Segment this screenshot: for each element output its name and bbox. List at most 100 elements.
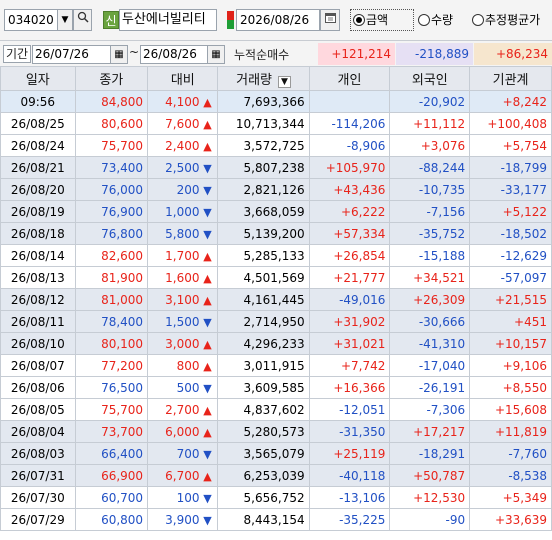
cell-date: 26/08/14 [0, 244, 76, 267]
col-change[interactable]: 대비 [147, 66, 219, 91]
table-row[interactable]: 26/08/06 76,500 500 ▼ 3,609,585 +16,366 -26,19… [0, 376, 552, 399]
cell-individual: +6,222 [308, 200, 391, 223]
table-row[interactable]: 26/08/05 75,700 2,700 ▲ 4,837,602 -12,051 -7,3… [0, 398, 552, 421]
table-row[interactable]: 26/08/11 78,400 1,500 ▼ 2,714,950 +31,902 -30,… [0, 310, 552, 333]
cell-foreign: +11,112 [389, 112, 471, 135]
table-row[interactable]: 26/07/29 60,800 3,900 ▼ 8,443,154 -35,225 -90 +… [0, 508, 552, 531]
cell-foreign: -26,191 [389, 376, 471, 399]
investor-trading-table: 일자 종가 대비 거래량 ▼ 개인 외국인 기관계 09:56 84,800 4,10… [0, 66, 552, 531]
col-foreign[interactable]: 외국인 [389, 66, 471, 91]
cell-date: 26/07/31 [0, 464, 76, 487]
radio-estimated-avg[interactable]: 추정평균가 [472, 10, 540, 30]
cell-individual: +105,970 [308, 156, 391, 179]
table-row[interactable]: 26/08/03 66,400 700 ▼ 3,565,079 +25,119 -18,29… [0, 442, 552, 465]
cell-foreign: -30,666 [389, 310, 471, 333]
change-value: 3,000 [165, 336, 200, 351]
table-row[interactable]: 26/08/20 76,000 200 ▼ 2,821,126 +43,436 -10,73… [0, 178, 552, 201]
change-value: 1,000 [165, 204, 200, 219]
table-row[interactable]: 26/08/18 76,800 5,800 ▼ 5,139,200 +57,334 -35,… [0, 222, 552, 245]
table-row[interactable]: 26/08/13 81,900 1,600 ▲ 4,501,569 +21,777 +34,… [0, 266, 552, 289]
cell-date: 26/08/24 [0, 134, 76, 157]
cell-date: 26/08/11 [0, 310, 76, 333]
period-label: 기간 [3, 45, 32, 63]
triangle-up-icon: ▲ [203, 403, 212, 417]
cell-date: 26/08/04 [0, 420, 76, 443]
triangle-up-icon: ▲ [203, 293, 212, 307]
sort-down-icon[interactable]: ▼ [278, 76, 291, 88]
cell-close: 80,600 [74, 112, 149, 135]
cell-foreign: +12,530 [389, 486, 471, 509]
cell-change: 1,000 ▼ [147, 200, 219, 223]
calendar-icon[interactable]: ▦ [110, 45, 128, 64]
table-row[interactable]: 26/08/12 81,000 3,100 ▲ 4,161,445 -49,016 +26,… [0, 288, 552, 311]
change-value: 4,100 [165, 94, 200, 109]
cell-individual: +21,777 [308, 266, 391, 289]
col-individual[interactable]: 개인 [308, 66, 391, 91]
sum-institution: +86,234 [474, 43, 552, 65]
col-volume[interactable]: 거래량 ▼ [217, 66, 310, 91]
cell-foreign: -10,735 [389, 178, 471, 201]
change-value: 2,500 [165, 160, 200, 175]
table-row[interactable]: 26/08/04 73,700 6,000 ▲ 5,280,573 -31,350 +17,… [0, 420, 552, 443]
cell-institution: -12,629 [469, 244, 552, 267]
cell-volume: 3,572,725 [217, 134, 310, 157]
cell-close: 80,100 [74, 332, 149, 355]
stock-code-input[interactable]: 034020 [4, 9, 58, 31]
col-date[interactable]: 일자 [0, 66, 76, 91]
cell-date: 26/08/13 [0, 266, 76, 289]
stock-name-field[interactable]: 두산에너빌리티 [119, 9, 217, 31]
cell-close: 81,000 [74, 288, 149, 311]
table-row[interactable]: 26/08/24 75,700 2,400 ▲ 3,572,725 -8,906 +3,07… [0, 134, 552, 157]
table-row[interactable]: 26/08/19 76,900 1,000 ▼ 3,668,059 +6,222 -7,15… [0, 200, 552, 223]
cell-institution: +8,242 [469, 90, 552, 113]
cell-close: 66,400 [74, 442, 149, 465]
cell-change: 6,700 ▲ [147, 464, 219, 487]
cell-volume: 4,296,233 [217, 332, 310, 355]
date-input[interactable]: 2026/08/26 [236, 9, 320, 31]
search-icon[interactable] [73, 9, 92, 31]
table-row[interactable]: 26/08/07 77,200 800 ▲ 3,011,915 +7,742 -17,040… [0, 354, 552, 377]
table-row[interactable]: 26/08/14 82,600 1,700 ▲ 5,285,133 +26,854 -15,… [0, 244, 552, 267]
cell-volume: 3,668,059 [217, 200, 310, 223]
calendar-icon[interactable] [320, 9, 340, 31]
cell-close: 76,000 [74, 178, 149, 201]
cell-date: 26/08/20 [0, 178, 76, 201]
triangle-up-icon: ▲ [203, 95, 212, 109]
new-badge: 신 [103, 11, 119, 29]
start-date-input[interactable]: 26/07/26 [32, 45, 116, 64]
cell-institution: -8,538 [469, 464, 552, 487]
sum-foreign: -218,889 [396, 43, 473, 65]
cell-close: 78,400 [74, 310, 149, 333]
table-row[interactable]: 09:56 84,800 4,100 ▲ 7,693,366 -20,902 +8,242 [0, 90, 552, 113]
triangle-down-icon: ▼ [203, 183, 212, 197]
chevron-down-icon[interactable]: ▼ [57, 9, 73, 31]
cell-change: 1,700 ▲ [147, 244, 219, 267]
cell-close: 73,400 [74, 156, 149, 179]
triangle-down-icon: ▼ [203, 513, 212, 527]
cell-institution: -57,097 [469, 266, 552, 289]
toolbar: 034020 ▼ 신 두산에너빌리티 2026/08/26 금액 수량 추정평균… [0, 0, 552, 40]
radio-quantity[interactable]: 수량 [418, 10, 453, 30]
price-flag-icon [227, 11, 234, 29]
calendar-icon[interactable]: ▦ [207, 45, 225, 64]
cell-change: 1,600 ▲ [147, 266, 219, 289]
cell-institution: +100,408 [469, 112, 552, 135]
table-row[interactable]: 26/07/31 66,900 6,700 ▲ 6,253,039 -40,118 +50,… [0, 464, 552, 487]
col-close[interactable]: 종가 [74, 66, 149, 91]
change-value: 3,100 [165, 292, 200, 307]
change-value: 2,400 [165, 138, 200, 153]
cell-individual: +7,742 [308, 354, 391, 377]
cell-individual: -35,225 [308, 508, 391, 531]
table-row[interactable]: 26/08/25 80,600 7,600 ▲ 10,713,344 -114,206 +1… [0, 112, 552, 135]
cell-date: 26/08/12 [0, 288, 76, 311]
radio-amount[interactable]: 금액 [350, 9, 414, 31]
table-row[interactable]: 26/08/10 80,100 3,000 ▲ 4,296,233 +31,021 -41,… [0, 332, 552, 355]
triangle-up-icon: ▲ [203, 139, 212, 153]
change-value: 200 [176, 182, 200, 197]
col-institution[interactable]: 기관계 [469, 66, 552, 91]
table-row[interactable]: 26/07/30 60,700 100 ▼ 5,656,752 -13,106 +12,53… [0, 486, 552, 509]
table-row[interactable]: 26/08/21 73,400 2,500 ▼ 5,807,238 +105,970 -88… [0, 156, 552, 179]
sum-individual: +121,214 [318, 43, 395, 65]
cell-foreign: -88,244 [389, 156, 471, 179]
change-value: 1,600 [165, 270, 200, 285]
